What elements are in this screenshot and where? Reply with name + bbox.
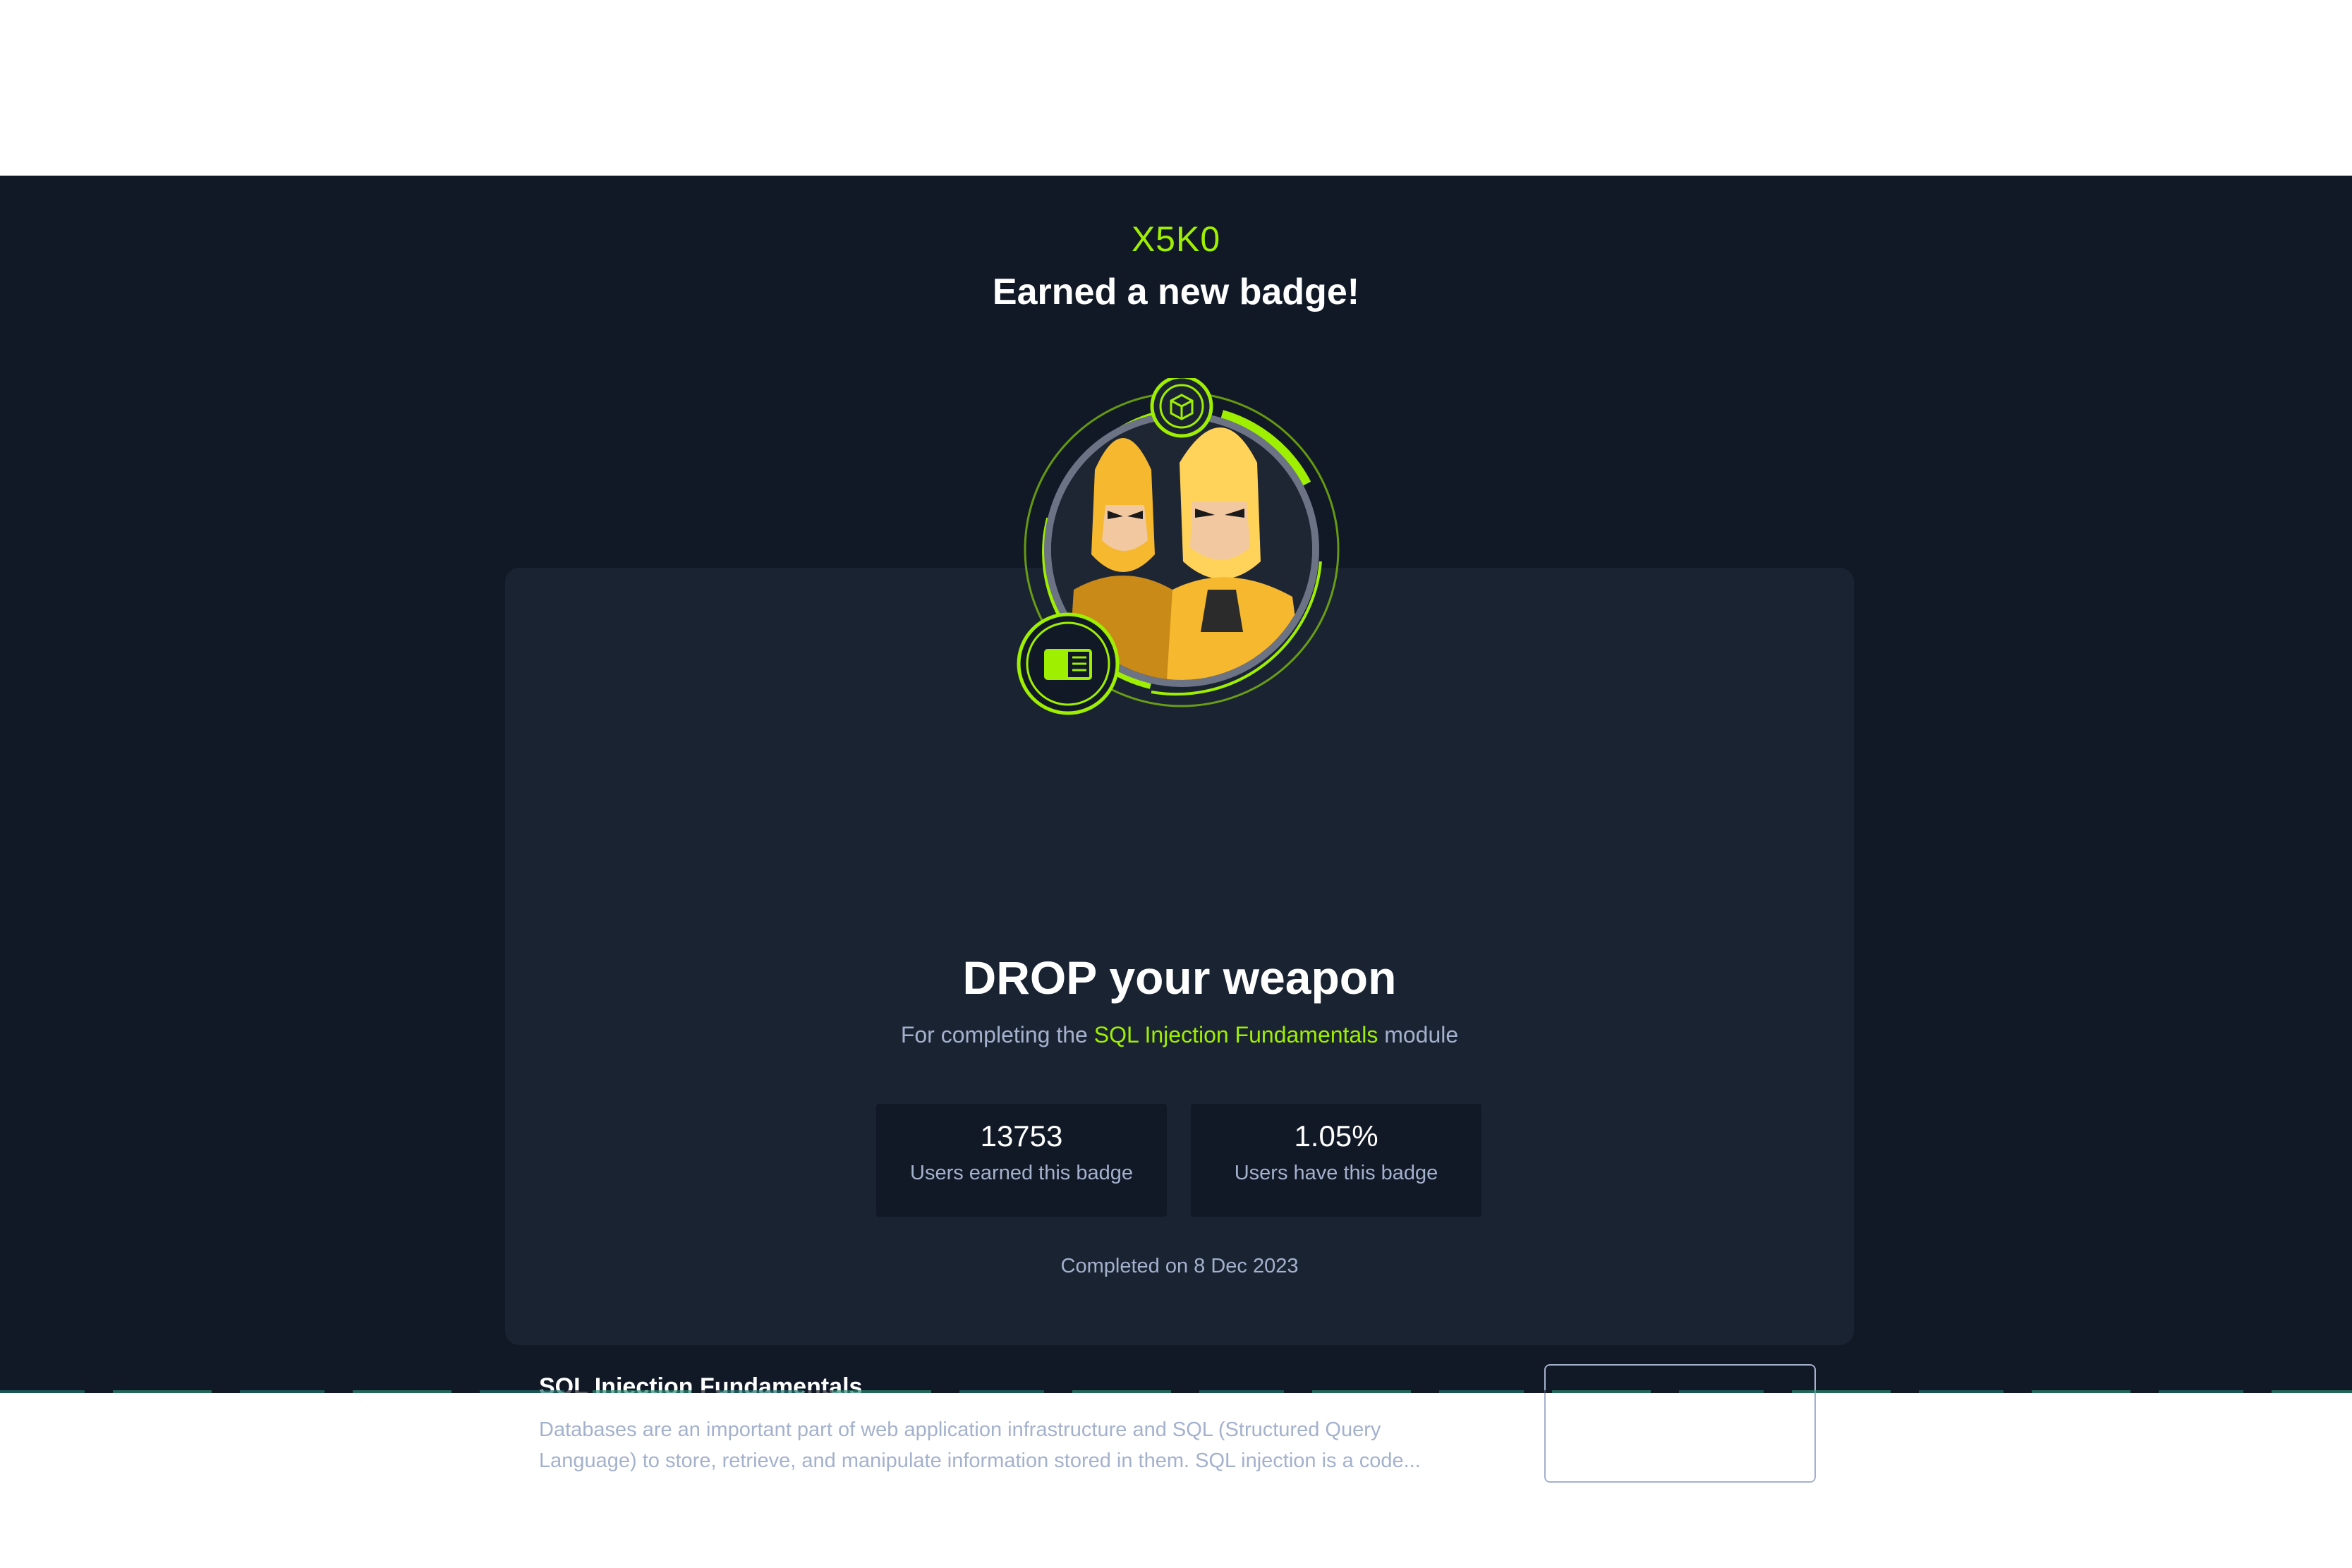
headline: Earned a new badge! (992, 272, 1360, 312)
stat-users-have: 1.05% Users have this badge (1191, 1104, 1481, 1217)
stat-value: 1.05% (1294, 1119, 1378, 1153)
module-title: SQL Injection Fundamentals (539, 1373, 863, 1400)
username[interactable]: X5K0 (0, 219, 2352, 260)
stat-label: Users earned this badge (910, 1162, 1133, 1184)
badge-panel: X5K0 Earned a new badge! DROP your weapo… (0, 176, 2352, 1483)
subtitle-prefix: For completing the (900, 1022, 1088, 1047)
go-to-module-button[interactable]: Go to module (1544, 1364, 1816, 1483)
module-description: Databases are an important part of web a… (539, 1418, 1421, 1472)
two-golden-knights-badge-icon (1017, 378, 1340, 715)
subtitle-suffix: module (1384, 1022, 1459, 1047)
bottom-divider (0, 1390, 2352, 1393)
badge-name: DROP your weapon (962, 952, 1397, 1004)
stat-users-earned: 13753 Users earned this badge (876, 1104, 1167, 1217)
stat-label: Users have this badge (1234, 1162, 1438, 1184)
badge-subtitle: For completing the SQL Injection Fundame… (505, 1022, 1854, 1048)
stat-value: 13753 (980, 1119, 1063, 1153)
module-link[interactable]: SQL Injection Fundamentals (1094, 1022, 1378, 1047)
badge-image (1010, 378, 1353, 721)
completed-date: Completed on 8 Dec 2023 (1060, 1255, 1299, 1277)
